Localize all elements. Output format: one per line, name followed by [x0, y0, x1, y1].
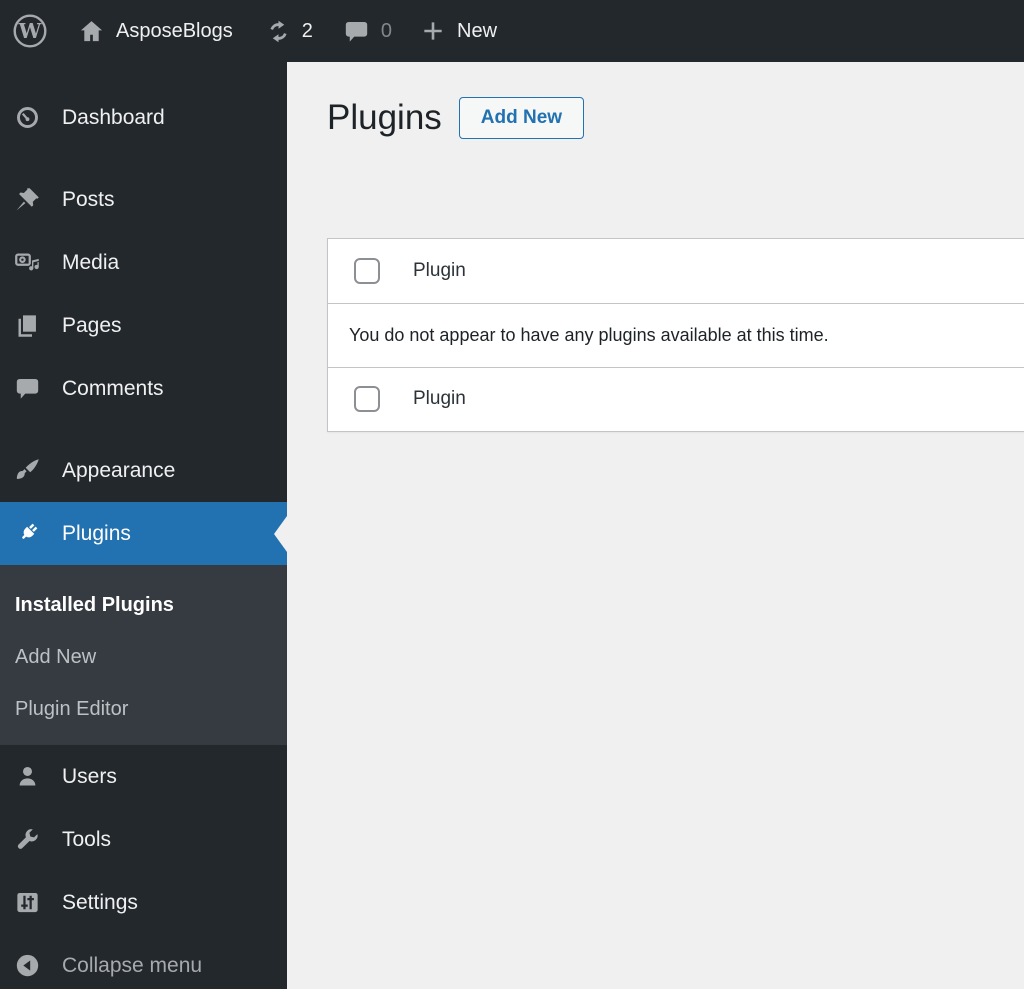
- page-header: Plugins Add New: [327, 96, 1024, 140]
- sidebar-label: Comments: [62, 376, 164, 400]
- sidebar-item-plugins[interactable]: Plugins: [0, 502, 287, 565]
- submenu-label: Plugin Editor: [15, 697, 129, 720]
- sidebar-label: Media: [62, 250, 120, 274]
- site-name: AsposeBlogs: [116, 19, 233, 42]
- select-all-checkbox-bottom[interactable]: [354, 386, 380, 413]
- admin-sidebar: Dashboard Posts Media Pages Comments App…: [0, 62, 287, 989]
- no-plugins-message: You do not appear to have any plugins av…: [349, 324, 829, 345]
- sidebar-label: Users: [62, 764, 117, 788]
- comments-icon: [14, 375, 41, 402]
- comments-count: 0: [380, 19, 392, 42]
- new-content-link[interactable]: New: [420, 18, 497, 44]
- submenu-item-plugin-editor[interactable]: Plugin Editor: [0, 683, 287, 735]
- new-label: New: [457, 19, 498, 42]
- admin-bar: W AsposeBlogs 2 0 New: [0, 0, 1024, 62]
- menu-separator: [0, 149, 287, 168]
- table-footer-row: Plugin: [328, 366, 1024, 431]
- plugin-column-footer: Plugin: [413, 388, 466, 410]
- menu-separator: [0, 420, 287, 439]
- dashboard-icon: [14, 104, 41, 131]
- submenu-item-installed-plugins[interactable]: Installed Plugins: [0, 579, 287, 631]
- sidebar-item-media[interactable]: Media: [0, 231, 287, 294]
- tools-icon: [14, 826, 41, 853]
- sidebar-item-pages[interactable]: Pages: [0, 294, 287, 357]
- sidebar-label: Plugins: [62, 521, 131, 545]
- plugins-submenu: Installed Plugins Add New Plugin Editor: [0, 565, 287, 745]
- main-content: Plugins Add New Plugin You do not appear…: [287, 62, 1024, 989]
- update-icon: [265, 18, 292, 45]
- comment-icon: [343, 18, 370, 45]
- users-icon: [14, 763, 41, 790]
- collapse-menu-label: Collapse menu: [62, 953, 203, 977]
- sidebar-item-users[interactable]: Users: [0, 745, 287, 808]
- wordpress-logo[interactable]: W: [12, 13, 48, 49]
- updates-count: 2: [301, 19, 313, 42]
- sidebar-label: Posts: [62, 187, 115, 211]
- media-icon: [14, 249, 41, 276]
- sidebar-label: Appearance: [62, 458, 176, 482]
- collapse-arrow-icon: [14, 952, 41, 979]
- sidebar-label: Settings: [62, 890, 138, 914]
- comments-link[interactable]: 0: [343, 18, 392, 45]
- select-all-checkbox-top[interactable]: [354, 257, 380, 284]
- settings-icon: [14, 889, 41, 916]
- svg-text:W: W: [18, 19, 42, 43]
- plugins-table: Plugin You do not appear to have any plu…: [327, 237, 1024, 432]
- layout: Dashboard Posts Media Pages Comments App…: [0, 62, 1024, 989]
- sidebar-item-appearance[interactable]: Appearance: [0, 439, 287, 502]
- updates-link[interactable]: 2: [265, 18, 313, 45]
- wordpress-logo-icon: W: [12, 13, 48, 49]
- sidebar-item-settings[interactable]: Settings: [0, 871, 287, 934]
- submenu-item-add-new[interactable]: Add New: [0, 631, 287, 683]
- pages-icon: [14, 312, 41, 339]
- plugins-icon: [14, 520, 41, 547]
- appearance-icon: [14, 457, 41, 484]
- page-title: Plugins: [327, 98, 442, 137]
- sidebar-item-tools[interactable]: Tools: [0, 808, 287, 871]
- sidebar-item-dashboard[interactable]: Dashboard: [0, 86, 287, 149]
- home-icon: [78, 18, 105, 45]
- plugin-column-header: Plugin: [413, 259, 466, 281]
- submenu-label: Add New: [15, 645, 97, 668]
- add-new-button[interactable]: Add New: [458, 96, 585, 139]
- table-header-row: Plugin: [328, 239, 1024, 303]
- sidebar-label: Dashboard: [62, 105, 165, 129]
- site-name-link[interactable]: AsposeBlogs: [78, 18, 233, 45]
- sidebar-label: Pages: [62, 313, 122, 337]
- sidebar-label: Tools: [62, 827, 112, 851]
- submenu-label: Installed Plugins: [15, 593, 174, 616]
- sidebar-item-comments[interactable]: Comments: [0, 357, 287, 420]
- collapse-menu-button[interactable]: Collapse menu: [0, 934, 287, 989]
- plus-icon: [420, 18, 446, 44]
- posts-icon: [14, 186, 41, 213]
- sidebar-item-posts[interactable]: Posts: [0, 168, 287, 231]
- table-empty-row: You do not appear to have any plugins av…: [328, 302, 1024, 367]
